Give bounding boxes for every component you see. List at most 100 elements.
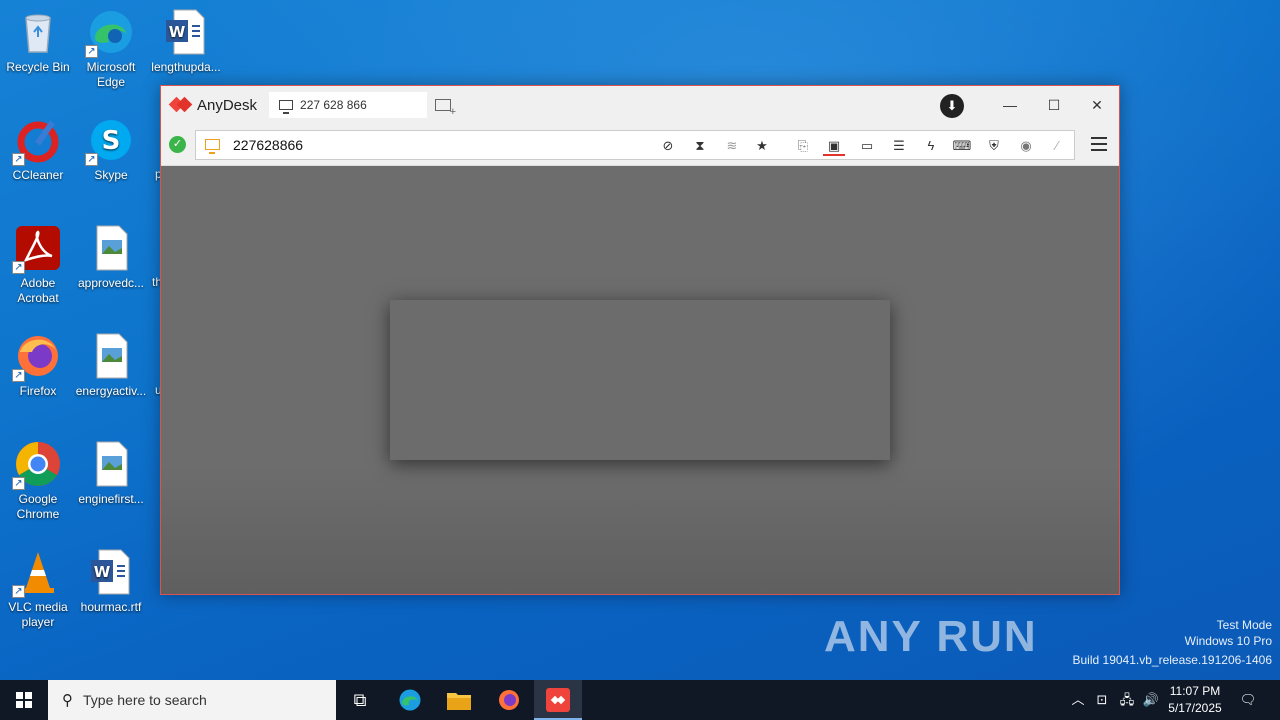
- shortcut-arrow-icon: ↗: [12, 153, 25, 166]
- desktop-icon-label: CCleaner: [12, 168, 64, 182]
- shortcut-arrow-icon: ↗: [12, 261, 25, 274]
- address-bar[interactable]: 227628866 ⊘ ⧗ ≋ ★ ⎘ ▣ ▭ ☰ ϟ ⌨ ⛨ ◉ ∕: [195, 129, 1075, 160]
- shortcut-arrow-icon: ↗: [85, 45, 98, 58]
- hamburger-menu-icon[interactable]: [1091, 137, 1107, 155]
- monitor-select-icon[interactable]: ▣: [823, 136, 845, 156]
- tab-label: 227 628 866: [300, 98, 367, 112]
- desktop-icon-google-chrome[interactable]: ↗ Google Chrome: [0, 440, 76, 522]
- remote-monitor-icon: [205, 139, 220, 154]
- desktop-icon-lengthupda[interactable]: W lengthupda...: [148, 8, 224, 75]
- anydesk-logo: AnyDesk: [168, 96, 258, 114]
- network-icon[interactable]: 🖧: [1116, 680, 1138, 720]
- svg-text:W: W: [169, 23, 186, 41]
- desktop-icon-ccleaner[interactable]: ↗ CCleaner: [0, 116, 76, 183]
- clock-time: 11:07 PM: [1169, 684, 1221, 698]
- file-transfer-icon[interactable]: ⎘: [792, 136, 814, 156]
- desktop-icon-label: Recycle Bin: [6, 60, 70, 74]
- shortcut-arrow-icon: ↗: [12, 477, 25, 490]
- ccleaner-icon: ↗: [12, 116, 62, 166]
- word-document-icon: W: [162, 8, 210, 56]
- desktop-icon-approvedc[interactable]: approvedc...: [73, 224, 149, 291]
- desktop-icon-label: Firefox: [19, 384, 57, 398]
- taskbar-search-box[interactable]: ⚲ Type here to search: [48, 680, 336, 720]
- connection-ok-icon: ✓: [169, 136, 186, 153]
- actions-lightning-icon[interactable]: ϟ: [920, 136, 942, 156]
- svg-text:S: S: [102, 126, 121, 156]
- clock-date: 5/17/2025: [1168, 701, 1222, 715]
- taskbar-anydesk-icon[interactable]: [534, 680, 582, 720]
- desktop-icon-hourmac[interactable]: W hourmac.rtf: [73, 548, 149, 615]
- windows-logo-icon: [16, 692, 32, 708]
- whiteboard-pen-icon[interactable]: ∕: [1046, 136, 1068, 156]
- adobe-acrobat-icon: ↗: [12, 224, 62, 274]
- svg-text:W: W: [94, 563, 111, 581]
- task-view-icon[interactable]: ⧉: [336, 680, 384, 720]
- search-icon: ⚲: [62, 692, 73, 709]
- vlc-cone-icon: ↗: [12, 548, 62, 598]
- desktop-icon-label: lengthupda...: [151, 60, 221, 74]
- anydesk-window[interactable]: AnyDesk 227 628 866 ⬇ — ☐ ✕ ✓ 227628866 …: [160, 85, 1120, 595]
- hide-screen-icon[interactable]: ⊘: [657, 136, 679, 156]
- desktop-icon-label: Google Chrome: [16, 492, 60, 521]
- tab-remote-session[interactable]: 227 628 866: [269, 92, 428, 118]
- remote-dialog-placeholder: [390, 300, 890, 460]
- shortcut-arrow-icon: ↗: [85, 153, 98, 166]
- volume-icon[interactable]: 🔊: [1140, 680, 1162, 720]
- show-hidden-icons-chevron-icon[interactable]: ︿: [1068, 680, 1088, 720]
- display-icon[interactable]: ▭: [856, 136, 878, 156]
- desktop-icon-label: Skype: [94, 168, 128, 182]
- anydesk-logo-icon: [168, 96, 193, 114]
- keyboard-icon[interactable]: ⌨: [951, 136, 973, 156]
- recycle-bin-icon: [14, 8, 62, 56]
- minimize-button[interactable]: —: [988, 86, 1032, 124]
- desktop-icon-label: enginefirst...: [78, 492, 144, 506]
- desktop-icon-firefox[interactable]: ↗ Firefox: [0, 332, 76, 399]
- shortcut-arrow-icon: ↗: [12, 585, 25, 598]
- notifications-icon[interactable]: 🗨: [1236, 680, 1260, 720]
- desktop-icon-vlc[interactable]: ↗ VLC media player: [0, 548, 76, 630]
- taskbar-edge-icon[interactable]: [386, 680, 434, 720]
- desktop-icon-label: Microsoft Edge: [86, 60, 136, 89]
- taskbar-firefox-icon[interactable]: [485, 680, 533, 720]
- download-icon[interactable]: ⬇: [940, 94, 964, 118]
- app-name: AnyDesk: [197, 96, 258, 114]
- address-input[interactable]: 227628866: [233, 137, 303, 153]
- watermark-line: Test Mode: [1216, 618, 1272, 632]
- anydesk-titlebar[interactable]: AnyDesk 227 628 866 ⬇ — ☐ ✕: [161, 86, 1119, 124]
- maximize-button[interactable]: ☐: [1032, 86, 1076, 124]
- remote-screen-area[interactable]: [161, 166, 1119, 594]
- permissions-shield-icon[interactable]: ⛨: [983, 136, 1005, 156]
- system-clock[interactable]: 11:07 PM 5/17/2025: [1160, 683, 1230, 717]
- desktop-icon-energyactiv[interactable]: energyactiv...: [73, 332, 149, 399]
- database-icon[interactable]: ≋: [721, 136, 743, 156]
- desktop-icon-label: energyactiv...: [75, 384, 147, 398]
- monitor-icon: [279, 100, 294, 114]
- desktop-icon-microsoft-edge[interactable]: ↗ Microsoft Edge: [73, 8, 149, 90]
- desktop-icon-label: hourmac.rtf: [80, 600, 142, 614]
- watermark-line: Build 19041.vb_release.191206-1406: [1072, 653, 1273, 667]
- defender-icon[interactable]: ⊡: [1092, 680, 1112, 720]
- desktop-icon-recycle-bin[interactable]: Recycle Bin: [0, 8, 76, 75]
- image-file-icon: [87, 224, 135, 272]
- taskbar: ⚲ Type here to search ⧉ ︿ ⊡ 🖧 🔊 11:07 PM…: [0, 680, 1280, 720]
- microsoft-edge-icon: ↗: [85, 8, 135, 58]
- hourglass-icon[interactable]: ⧗: [689, 136, 711, 156]
- desktop-icon-enginefirst[interactable]: enginefirst...: [73, 440, 149, 507]
- firefox-icon: ↗: [12, 332, 62, 382]
- skype-icon: S ↗: [85, 116, 135, 166]
- desktop-icon-label: approvedc...: [77, 276, 145, 290]
- taskbar-file-explorer-icon[interactable]: [435, 680, 483, 720]
- word-document-icon: W: [87, 548, 135, 596]
- image-file-icon: [87, 332, 135, 380]
- watermark-line: Windows 10 Pro: [1184, 634, 1272, 648]
- anydesk-toolbar: ✓ 227628866 ⊘ ⧗ ≋ ★ ⎘ ▣ ▭ ☰ ϟ ⌨ ⛨ ◉ ∕: [161, 124, 1119, 166]
- favorite-star-icon[interactable]: ★: [751, 136, 773, 156]
- start-button[interactable]: [0, 680, 48, 720]
- new-session-tab-icon[interactable]: [435, 99, 456, 118]
- desktop-icon-adobe-acrobat[interactable]: ↗ Adobe Acrobat: [0, 224, 76, 306]
- record-icon[interactable]: ◉: [1015, 136, 1037, 156]
- chat-icon[interactable]: ☰: [888, 136, 910, 156]
- close-button[interactable]: ✕: [1075, 86, 1119, 124]
- desktop-icon-label: VLC media player: [8, 600, 68, 629]
- desktop-icon-skype[interactable]: S ↗ Skype: [73, 116, 149, 183]
